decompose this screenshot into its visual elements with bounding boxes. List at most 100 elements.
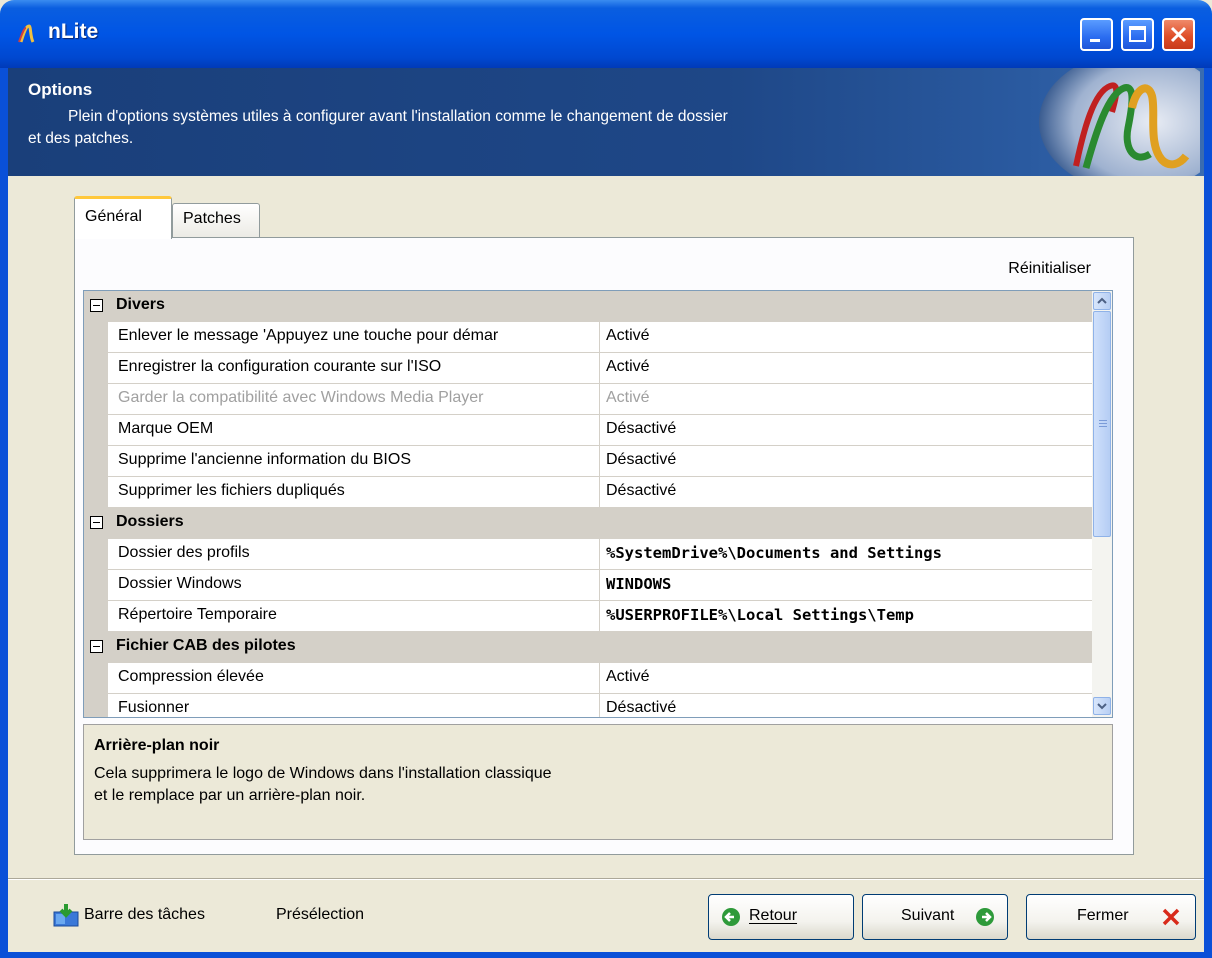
property-value[interactable]: %USERPROFILE%\Local Settings\Temp [600, 601, 1104, 632]
property-name: Garder la compatibilité avec Windows Med… [108, 384, 600, 415]
property-row[interactable]: Compression élevée Activé [84, 663, 1104, 694]
row-gutter [84, 322, 108, 353]
property-value[interactable]: Désactivé [600, 477, 1104, 508]
category-label: Fichier CAB des pilotes [116, 637, 296, 654]
back-button[interactable]: Retour [708, 894, 854, 940]
property-name: Supprime l'ancienne information du BIOS [108, 446, 600, 477]
description-box: Arrière-plan noir Cela supprimera le log… [83, 724, 1113, 840]
title-bar[interactable]: nLite [0, 0, 1212, 68]
property-name: Marque OEM [108, 415, 600, 446]
property-name: Enlever le message 'Appuyez une touche p… [108, 322, 600, 353]
next-arrow-icon [976, 908, 994, 926]
property-row[interactable]: Supprimer les fichiers dupliqués Désactiv… [84, 477, 1104, 508]
taskbar-icon [53, 904, 79, 927]
property-value[interactable]: Activé [600, 384, 1104, 415]
property-row[interactable]: Fusionner Désactivé [84, 694, 1104, 717]
next-button[interactable]: Suivant [862, 894, 1008, 940]
page-description: Plein d'options systèmes utiles à config… [28, 106, 958, 150]
description-title: Arrière-plan noir [94, 737, 220, 754]
scroll-thumb[interactable] [1093, 311, 1111, 537]
property-value[interactable]: WINDOWS [600, 570, 1104, 601]
row-gutter [84, 477, 108, 508]
property-row[interactable]: Répertoire Temporaire %USERPROFILE%\Local… [84, 601, 1104, 632]
chevron-down-icon [1097, 703, 1107, 710]
vertical-scrollbar[interactable] [1092, 291, 1112, 717]
row-gutter [84, 694, 108, 717]
row-gutter [84, 601, 108, 632]
next-button-label: Suivant [901, 907, 955, 924]
row-gutter [84, 415, 108, 446]
description-text: Cela supprimera le logo de Windows dans … [94, 763, 714, 807]
property-value[interactable]: Désactivé [600, 694, 1104, 717]
property-row[interactable]: Garder la compatibilité avec Windows Med… [84, 384, 1104, 415]
window-frame-right [1204, 68, 1212, 958]
property-grid[interactable]: Divers Enlever le message 'Appuyez une to… [83, 290, 1113, 718]
scroll-up-button[interactable] [1093, 292, 1111, 310]
property-value[interactable]: %SystemDrive%\Documents and Settings [600, 539, 1104, 570]
close-x-icon [1162, 908, 1180, 926]
property-value[interactable]: Activé [600, 663, 1104, 694]
window-frame-left [0, 68, 8, 958]
property-name: Supprimer les fichiers dupliqués [108, 477, 600, 508]
collapse-icon[interactable] [90, 640, 103, 653]
close-window-button[interactable] [1162, 18, 1195, 51]
row-gutter [84, 663, 108, 694]
property-value[interactable]: Activé [600, 353, 1104, 384]
category-row[interactable]: Divers [84, 291, 1104, 322]
property-name: Répertoire Temporaire [108, 601, 600, 632]
chevron-up-icon [1097, 297, 1107, 304]
category-row[interactable]: Dossiers [84, 508, 1104, 539]
back-button-label: Retour [749, 907, 798, 924]
taskbar-button[interactable]: Barre des tâches [84, 906, 205, 924]
minimize-button[interactable] [1080, 18, 1113, 51]
row-gutter [84, 570, 108, 601]
close-button[interactable]: Fermer [1026, 894, 1196, 940]
page-header: Options Plein d'options systèmes utiles … [8, 68, 1204, 176]
row-gutter [84, 353, 108, 384]
row-gutter [84, 539, 108, 570]
row-gutter [84, 384, 108, 415]
close-button-label: Fermer [1077, 907, 1129, 924]
row-gutter [84, 446, 108, 477]
maximize-button[interactable] [1121, 18, 1154, 51]
property-value[interactable]: Activé [600, 322, 1104, 353]
description-line1: Cela supprimera le logo de Windows dans … [94, 765, 552, 782]
footer-separator [8, 878, 1204, 880]
description-line2: et le remplace par un arrière-plan noir. [94, 787, 366, 804]
category-label: Dossiers [116, 513, 184, 530]
tab-panel: Réinitialiser Divers Enlever le message '… [74, 237, 1134, 855]
property-row[interactable]: Enregistrer la configuration courante su… [84, 353, 1104, 384]
tab-patches[interactable]: Patches [172, 203, 260, 237]
collapse-icon[interactable] [90, 299, 103, 312]
tab-general[interactable]: Général [74, 196, 172, 239]
minimize-icon [1090, 39, 1100, 42]
reset-button[interactable]: Réinitialiser [1008, 260, 1091, 278]
property-row[interactable]: Supprime l'ancienne information du BIOS D… [84, 446, 1104, 477]
scroll-down-button[interactable] [1093, 697, 1111, 715]
property-name: Dossier Windows [108, 570, 600, 601]
back-arrow-icon [722, 908, 740, 926]
close-icon [1170, 26, 1187, 43]
property-name: Enregistrer la configuration courante su… [108, 353, 600, 384]
property-value[interactable]: Désactivé [600, 415, 1104, 446]
page-description-line2: et des patches. [28, 130, 134, 147]
property-row[interactable]: Enlever le message 'Appuyez une touche p… [84, 322, 1104, 353]
maximize-icon [1129, 26, 1146, 42]
property-row[interactable]: Dossier Windows WINDOWS [84, 570, 1104, 601]
page-title: Options [28, 80, 93, 99]
property-name: Fusionner [108, 694, 600, 717]
window-title: nLite [48, 20, 99, 43]
property-row[interactable]: Marque OEM Désactivé [84, 415, 1104, 446]
nlite-app-icon [18, 24, 35, 43]
property-grid-rows: Divers Enlever le message 'Appuyez une to… [84, 291, 1104, 717]
window-frame-bottom [0, 952, 1212, 958]
scroll-grip-icon [1099, 420, 1107, 428]
preset-button[interactable]: Présélection [276, 906, 364, 924]
category-row[interactable]: Fichier CAB des pilotes [84, 632, 1104, 663]
collapse-icon[interactable] [90, 516, 103, 529]
property-value[interactable]: Désactivé [600, 446, 1104, 477]
nlite-logo-icon [1039, 68, 1200, 176]
property-row[interactable]: Dossier des profils %SystemDrive%\Documen… [84, 539, 1104, 570]
property-name: Dossier des profils [108, 539, 600, 570]
page-description-line1: Plein d'options systèmes utiles à config… [68, 108, 728, 125]
